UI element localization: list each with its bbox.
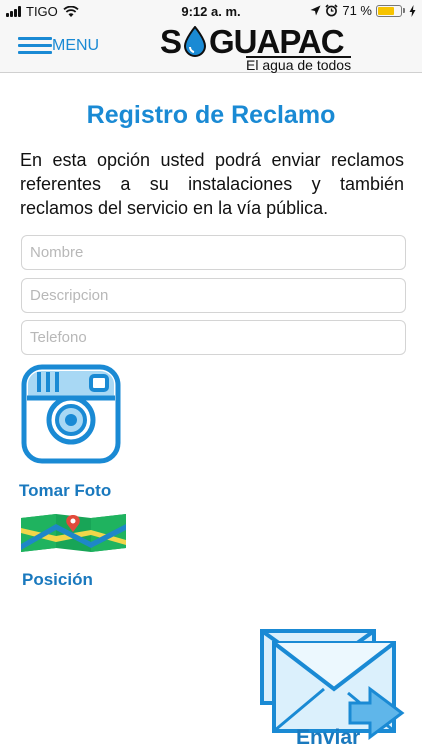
menu-button[interactable]: MENU [18,37,99,55]
nav-bar: MENU S GUAPAC El agua de todos [0,22,422,73]
position-label[interactable]: Posición [22,570,93,590]
map-icon[interactable] [21,512,126,554]
battery-fill [378,6,394,15]
status-bar: TIGO 9:12 a. m. 71 % [0,0,422,22]
send-label[interactable]: Enviar [296,726,360,750]
charging-icon [409,4,416,17]
water-drop-icon [184,26,207,57]
camera-icon[interactable] [21,364,121,464]
battery-tip [403,8,405,13]
hamburger-icon [18,37,52,55]
phone-input[interactable] [21,320,406,355]
name-input[interactable] [21,235,406,270]
logo-letter: S [160,23,182,60]
page-title: Registro de Reclamo [86,101,336,129]
description-input[interactable] [21,278,406,313]
alarm-icon [325,4,338,17]
logo-word-rest: GUAPAC [209,23,345,60]
logo-wordmark: S GUAPAC [160,23,345,60]
location-arrow-icon [310,5,321,16]
take-photo-label[interactable]: Tomar Foto [19,481,111,501]
battery-icon [376,4,402,17]
status-right: 71 % [310,3,416,18]
battery-percent: 71 % [342,3,372,18]
intro-text: En esta opción usted podrá enviar reclam… [20,150,404,218]
logo-tagline: El agua de todos [246,56,352,73]
menu-label: MENU [52,37,100,54]
saguapac-logo: S GUAPAC El agua de todos [160,23,365,73]
